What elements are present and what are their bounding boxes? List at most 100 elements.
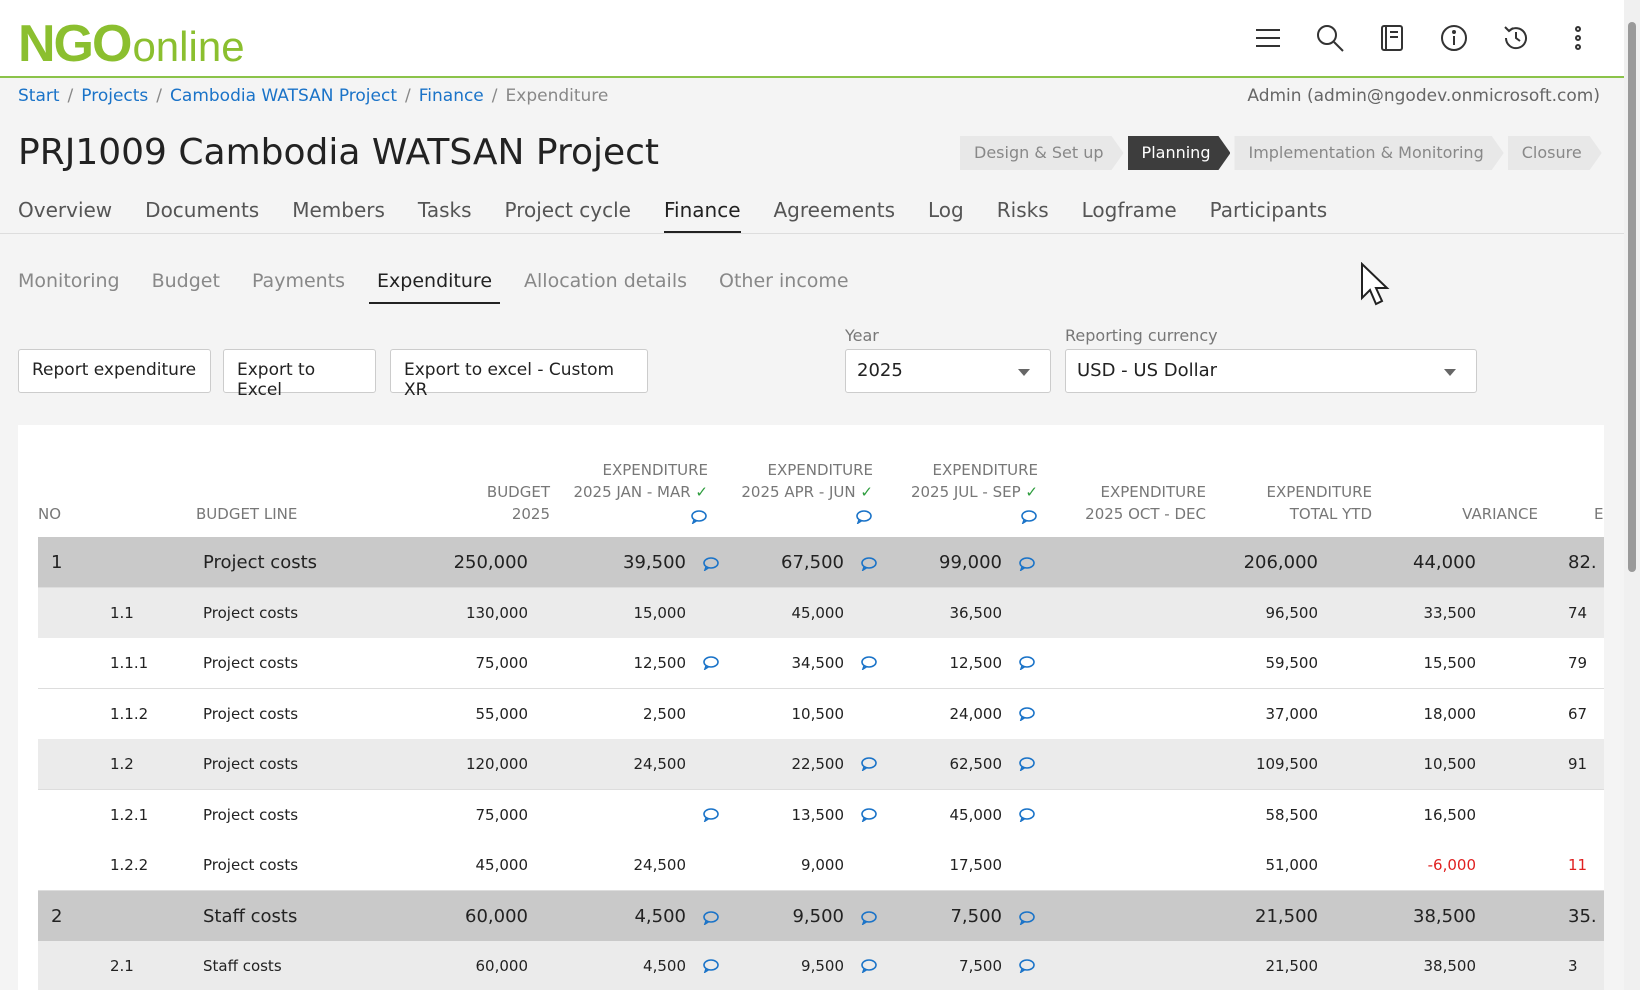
comment-icon[interactable] bbox=[1018, 807, 1036, 823]
cell-q2[interactable]: 9,000 bbox=[704, 840, 844, 891]
cell-q3[interactable]: 45,000 bbox=[862, 790, 1003, 841]
comment-icon[interactable] bbox=[860, 555, 878, 572]
cell-q2[interactable]: 9,500 bbox=[704, 891, 844, 942]
comment-icon[interactable] bbox=[702, 909, 720, 926]
cell-q2[interactable]: 67,500 bbox=[704, 537, 844, 588]
stage-implementation[interactable]: Implementation & Monitoring bbox=[1234, 136, 1503, 170]
cell-q3[interactable]: 99,000 bbox=[862, 537, 1002, 588]
breadcrumb-projects[interactable]: Projects bbox=[81, 86, 148, 106]
comment-icon[interactable] bbox=[1018, 555, 1036, 572]
comment-icon[interactable] bbox=[702, 807, 720, 823]
report-expenditure-button[interactable]: Report expenditure bbox=[18, 349, 211, 393]
tab-participants[interactable]: Participants bbox=[1210, 194, 1327, 233]
year-select[interactable]: 2025 bbox=[845, 349, 1051, 393]
export-excel-custom-button[interactable]: Export to excel - Custom XR bbox=[390, 349, 648, 400]
table-row[interactable]: 1 Project costs 250,000 39,500 67,500 99,000 2… bbox=[38, 537, 1604, 588]
tab-documents[interactable]: Documents bbox=[145, 194, 259, 233]
table-row[interactable]: 2 Staff costs 60,000 4,500 9,500 7,500 21,500 3… bbox=[38, 890, 1604, 942]
comment-icon[interactable] bbox=[860, 656, 878, 671]
stage-planning[interactable]: Planning bbox=[1128, 136, 1231, 170]
tab-members[interactable]: Members bbox=[292, 194, 385, 233]
history-icon[interactable] bbox=[1500, 22, 1532, 54]
cell-q2[interactable]: 13,500 bbox=[704, 790, 845, 841]
user-info[interactable]: Admin (admin@ngodev.onmicrosoft.com) bbox=[1247, 86, 1600, 106]
subtab-allocation-details[interactable]: Allocation details bbox=[516, 264, 695, 304]
comment-icon[interactable] bbox=[860, 807, 878, 823]
table-row[interactable]: 1.1.2 Project costs 55,000 2,500 10,500 24,00… bbox=[38, 688, 1604, 740]
breadcrumb-project[interactable]: Cambodia WATSAN Project bbox=[170, 86, 397, 106]
cell-q3[interactable]: 36,500 bbox=[862, 588, 1003, 639]
tab-agreements[interactable]: Agreements bbox=[774, 194, 896, 233]
table-row[interactable]: 1.2 Project costs 120,000 24,500 22,500 62,50… bbox=[38, 739, 1604, 790]
cell-total: 96,500 bbox=[1265, 603, 1319, 622]
col-variance: VARIANCE bbox=[1462, 505, 1538, 523]
cell-no: 2 bbox=[51, 905, 63, 927]
cell-q1[interactable]: 24,500 bbox=[546, 739, 687, 790]
tab-finance[interactable]: Finance bbox=[663, 194, 741, 233]
subtab-other-income[interactable]: Other income bbox=[711, 264, 857, 304]
cell-variance: 38,500 bbox=[1423, 957, 1477, 975]
comment-icon[interactable] bbox=[702, 959, 720, 974]
comment-icon[interactable] bbox=[860, 959, 878, 974]
tab-tasks[interactable]: Tasks bbox=[418, 194, 472, 233]
stage-design[interactable]: Design & Set up bbox=[960, 136, 1124, 170]
cell-q1[interactable]: 15,000 bbox=[546, 588, 687, 639]
comment-icon[interactable] bbox=[702, 555, 720, 572]
comment-icon[interactable] bbox=[1018, 706, 1036, 722]
tab-project-cycle[interactable]: Project cycle bbox=[505, 194, 631, 233]
info-icon[interactable] bbox=[1438, 22, 1470, 54]
currency-select[interactable]: USD - US Dollar bbox=[1065, 349, 1477, 393]
top-icons bbox=[1252, 22, 1594, 54]
cell-q3[interactable]: 7,500 bbox=[862, 891, 1002, 942]
cell-q1[interactable]: 24,500 bbox=[546, 840, 687, 891]
cell-q1[interactable]: 4,500 bbox=[546, 891, 686, 942]
cell-q2[interactable]: 22,500 bbox=[704, 739, 845, 790]
cell-budget: 60,000 bbox=[465, 905, 528, 927]
cell-q2[interactable]: 9,500 bbox=[704, 941, 844, 990]
cell-q1[interactable]: 2,500 bbox=[546, 689, 686, 740]
more-vert-icon[interactable] bbox=[1562, 22, 1594, 54]
cell-q3[interactable]: 24,000 bbox=[862, 689, 1003, 740]
cell-q2[interactable]: 10,500 bbox=[704, 689, 845, 740]
table-row[interactable]: 1.1 Project costs 130,000 15,000 45,000 36,50… bbox=[38, 587, 1604, 639]
subtab-monitoring[interactable]: Monitoring bbox=[18, 264, 128, 304]
table-row[interactable]: 1.2.1 Project costs 75,000 13,500 45,000 58,5… bbox=[38, 789, 1604, 841]
cell-q1[interactable]: 4,500 bbox=[546, 941, 686, 990]
menu-icon[interactable] bbox=[1252, 22, 1284, 54]
comment-icon[interactable] bbox=[860, 757, 878, 772]
cell-q3[interactable]: 12,500 bbox=[862, 638, 1003, 689]
subtab-expenditure[interactable]: Expenditure bbox=[369, 264, 501, 304]
table-row[interactable]: 1.1.1 Project costs 75,000 12,500 34,500 12,5… bbox=[38, 638, 1604, 689]
scrollbar[interactable] bbox=[1624, 0, 1640, 990]
cell-q2[interactable]: 34,500 bbox=[704, 638, 845, 689]
comment-icon[interactable] bbox=[860, 909, 878, 926]
subtab-budget[interactable]: Budget bbox=[144, 264, 228, 304]
breadcrumb-current: Expenditure bbox=[505, 86, 609, 106]
tab-risks[interactable]: Risks bbox=[997, 194, 1049, 233]
export-excel-button[interactable]: Export to Excel bbox=[223, 349, 376, 400]
comment-icon[interactable] bbox=[1018, 959, 1036, 974]
breadcrumb-finance[interactable]: Finance bbox=[419, 86, 484, 106]
cell-q2[interactable]: 45,000 bbox=[704, 588, 845, 639]
cell-q3[interactable]: 62,500 bbox=[862, 739, 1003, 790]
cell-q1[interactable]: 39,500 bbox=[546, 537, 686, 588]
search-icon[interactable] bbox=[1314, 22, 1346, 54]
comment-icon[interactable] bbox=[1018, 656, 1036, 671]
comment-icon[interactable] bbox=[702, 656, 720, 671]
breadcrumb-start[interactable]: Start bbox=[18, 86, 60, 106]
book-icon[interactable] bbox=[1376, 22, 1408, 54]
tab-logframe[interactable]: Logframe bbox=[1082, 194, 1177, 233]
table-row[interactable]: 1.2.2 Project costs 45,000 24,500 9,000 17,50… bbox=[38, 840, 1604, 891]
comment-icon[interactable] bbox=[1018, 757, 1036, 772]
tab-overview[interactable]: Overview bbox=[18, 194, 112, 233]
logo[interactable]: NGOonline bbox=[18, 14, 245, 74]
cell-q1[interactable]: 12,500 bbox=[546, 638, 687, 689]
comment-icon[interactable] bbox=[1018, 909, 1036, 926]
cell-q3[interactable]: 7,500 bbox=[862, 941, 1002, 990]
table-row[interactable]: 2.1 Staff costs 60,000 4,500 9,500 7,500 21,50… bbox=[38, 941, 1604, 990]
scrollbar-thumb[interactable] bbox=[1628, 22, 1636, 572]
cell-q3[interactable]: 17,500 bbox=[862, 840, 1003, 891]
stage-closure[interactable]: Closure bbox=[1508, 136, 1602, 170]
subtab-payments[interactable]: Payments bbox=[244, 264, 353, 304]
tab-log[interactable]: Log bbox=[928, 194, 964, 233]
